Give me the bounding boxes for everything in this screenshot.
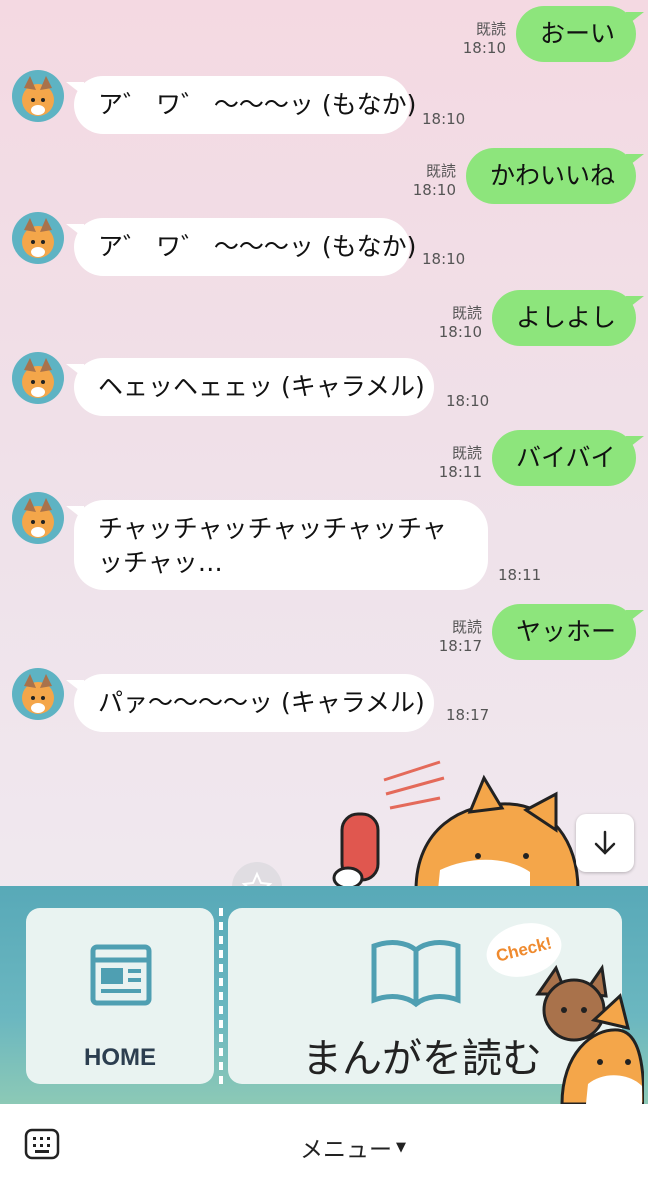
bottom-bar: メニュー ▼: [0, 1104, 648, 1200]
incoming-message[interactable]: チャッチャッチャッチャッチャッチャッ…: [66, 500, 488, 590]
dog-avatar-icon: [22, 76, 54, 116]
incoming-message[interactable]: ヘェッヘェェッ (キャラメル): [66, 358, 434, 416]
incoming-message[interactable]: ア゛ ワ゛ 〜〜〜ッ (もなか): [66, 218, 416, 276]
message-time: 18:17: [438, 637, 482, 655]
dog-avatar-icon: [22, 358, 54, 398]
message-text: バイバイ: [516, 443, 616, 472]
read-receipt: 既読: [451, 444, 482, 462]
message-text: かわいいね: [490, 161, 616, 190]
avatar[interactable]: [12, 492, 64, 544]
message-time: 18:11: [498, 566, 542, 584]
dog-phone-illustration: [332, 760, 580, 890]
ticket-divider: [219, 908, 223, 1084]
message-time: 18:10: [462, 39, 506, 57]
dog-avatar-icon: [22, 674, 54, 714]
message-time: 18:10: [412, 181, 456, 199]
keyboard-icon[interactable]: [24, 1126, 60, 1162]
message-text: ヘェッヘェェッ (キャラメル): [98, 372, 425, 401]
menu-label: メニュー: [300, 1137, 392, 1163]
rich-menu: HOME まんがを読む: [0, 886, 648, 1104]
message-time: 18:17: [446, 706, 490, 724]
home-button[interactable]: HOME: [26, 908, 214, 1084]
newspaper-icon: [90, 944, 152, 1006]
read-receipt: 既読: [451, 618, 482, 636]
message-text: よしよし: [516, 303, 617, 332]
message-meta: 既読 18:10: [463, 20, 506, 58]
avatar[interactable]: [12, 352, 64, 404]
message-time: 18:10: [438, 323, 482, 341]
chat-area[interactable]: 既読 18:10 おーい ア゛ ワ゛ 〜〜〜ッ (もなか) 18:10 既読 1…: [0, 0, 648, 912]
message-text: おーい: [540, 19, 616, 48]
home-label: HOME: [84, 1044, 156, 1071]
message-time: 18:10: [422, 250, 466, 268]
message-meta: 既読 18:17: [439, 618, 482, 656]
message-time: 18:10: [422, 110, 466, 128]
message-time: 18:11: [438, 463, 482, 481]
message-text: パァ〜〜〜〜ッ (キャラメル): [98, 688, 425, 717]
message-text: ヤッホー: [516, 617, 617, 646]
menu-toggle-button[interactable]: メニュー ▼: [300, 1130, 406, 1164]
message-time: 18:10: [446, 392, 490, 410]
avatar[interactable]: [12, 212, 64, 264]
scroll-to-bottom-button[interactable]: [576, 814, 634, 872]
incoming-message[interactable]: パァ〜〜〜〜ッ (キャラメル): [66, 674, 434, 732]
avatar[interactable]: [12, 70, 64, 122]
message-text: チャッチャッチャッチャッチャッチャッ…: [98, 514, 447, 577]
outgoing-message[interactable]: おーい: [516, 6, 644, 62]
incoming-message[interactable]: ア゛ ワ゛ 〜〜〜ッ (もなか): [66, 76, 416, 134]
message-meta: 既読 18:11: [439, 444, 482, 482]
dog-avatar-icon: [22, 498, 54, 538]
open-book-icon: [371, 940, 461, 1008]
caret-down-icon: ▼: [396, 1139, 406, 1155]
outgoing-message[interactable]: よしよし: [492, 290, 644, 346]
message-meta: 既読 18:10: [439, 304, 482, 342]
read-receipt: 既読: [425, 162, 456, 180]
avatar[interactable]: [12, 668, 64, 720]
message-text: ア゛ ワ゛ 〜〜〜ッ (もなか): [98, 232, 417, 261]
dog-avatar-icon: [22, 218, 54, 258]
message-text: ア゛ ワ゛ 〜〜〜ッ (もなか): [98, 90, 417, 119]
read-manga-label: まんがを読む: [302, 1036, 542, 1082]
read-receipt: 既読: [451, 304, 482, 322]
dogs-illustration: [535, 964, 644, 1104]
arrow-down-icon: [594, 830, 616, 855]
message-meta: 既読 18:10: [413, 162, 456, 200]
outgoing-message[interactable]: ヤッホー: [492, 604, 644, 660]
outgoing-message[interactable]: かわいいね: [466, 148, 644, 204]
read-receipt: 既読: [475, 20, 506, 38]
outgoing-message[interactable]: バイバイ: [492, 430, 644, 486]
